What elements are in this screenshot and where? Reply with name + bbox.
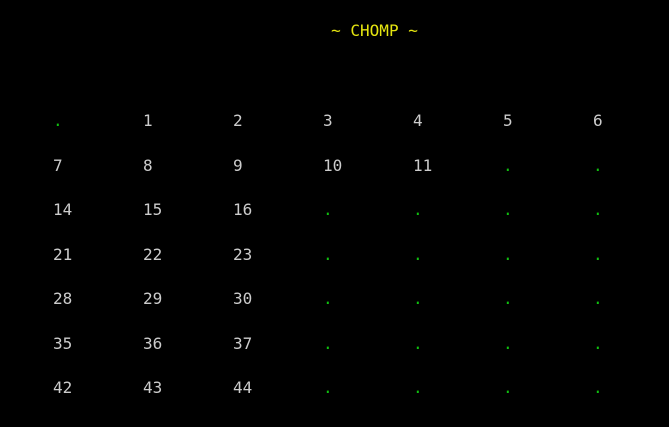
board-cell[interactable]: 16	[233, 199, 252, 221]
board-cell[interactable]: 42	[53, 377, 72, 399]
eaten-cell: .	[323, 378, 333, 397]
eaten-cell: .	[413, 289, 423, 308]
board-cell[interactable]: 5	[503, 110, 513, 132]
board-cell[interactable]: 4	[413, 110, 423, 132]
board-cell[interactable]: 15	[143, 199, 162, 221]
board-cell[interactable]: 9	[233, 155, 243, 177]
board-cell[interactable]: 29	[143, 288, 162, 310]
eaten-cell: .	[323, 200, 333, 219]
eaten-cell: .	[413, 378, 423, 397]
board-row: 14 15 16....	[53, 199, 653, 221]
board-cell[interactable]: 7	[53, 155, 63, 177]
eaten-cell: .	[503, 244, 513, 264]
eaten-cell: .	[53, 111, 63, 130]
board-cell[interactable]: 30	[233, 288, 252, 310]
eaten-cell: .	[593, 378, 603, 397]
board-row: 28 29 30....	[53, 288, 653, 310]
eaten-cell: .	[503, 333, 513, 353]
eaten-cell: .	[503, 378, 513, 397]
eaten-cell: .	[593, 200, 603, 219]
board-row: 35 36 37....	[53, 333, 653, 355]
eaten-cell: .	[413, 333, 423, 353]
board-cell[interactable]: 1	[143, 110, 153, 132]
eaten-cell: .	[323, 289, 333, 308]
board-cell[interactable]: 2	[233, 110, 243, 132]
eaten-cell: .	[323, 244, 333, 264]
board-row: 42 43 44....	[53, 377, 653, 399]
board-cell[interactable]: 3	[323, 110, 333, 132]
game-title: ~ CHOMP ~	[331, 21, 418, 40]
board-cell[interactable]: 22	[143, 244, 162, 266]
eaten-cell: .	[323, 333, 333, 353]
eaten-cell: .	[503, 200, 513, 219]
board-cell[interactable]: 8	[143, 155, 153, 177]
board-cell[interactable]: 10	[323, 155, 342, 177]
eaten-cell: .	[413, 200, 423, 219]
board-cell[interactable]: 23	[233, 244, 252, 266]
board-cell[interactable]: 44	[233, 377, 252, 399]
board-row: 21 22 23....	[53, 244, 653, 266]
board-cell[interactable]: 28	[53, 288, 72, 310]
board-row: 7 8 9 10 11..	[53, 155, 653, 177]
board-row: . 1 2 3 4 5 6	[53, 110, 653, 132]
board-cell[interactable]: 14	[53, 199, 72, 221]
board-cell[interactable]: 36	[143, 333, 162, 355]
eaten-cell: .	[593, 244, 603, 264]
eaten-cell: .	[503, 289, 513, 308]
board-cell[interactable]: 37	[233, 333, 252, 355]
board-cell[interactable]: 43	[143, 377, 162, 399]
eaten-cell: .	[593, 333, 603, 353]
board-cell[interactable]: 6	[593, 110, 603, 132]
board-cell[interactable]: 11	[413, 155, 432, 177]
terminal-window: ~ CHOMP ~ . 1 2 3 4 5 6 7 8 9 10 11.. 14 15 16.... 21 22…	[0, 0, 669, 427]
eaten-cell: .	[503, 155, 513, 175]
board-cell[interactable]: 35	[53, 333, 72, 355]
eaten-cell: .	[593, 155, 603, 175]
board-cell[interactable]: 21	[53, 244, 72, 266]
eaten-cell: .	[413, 244, 423, 264]
eaten-cell: .	[593, 289, 603, 308]
